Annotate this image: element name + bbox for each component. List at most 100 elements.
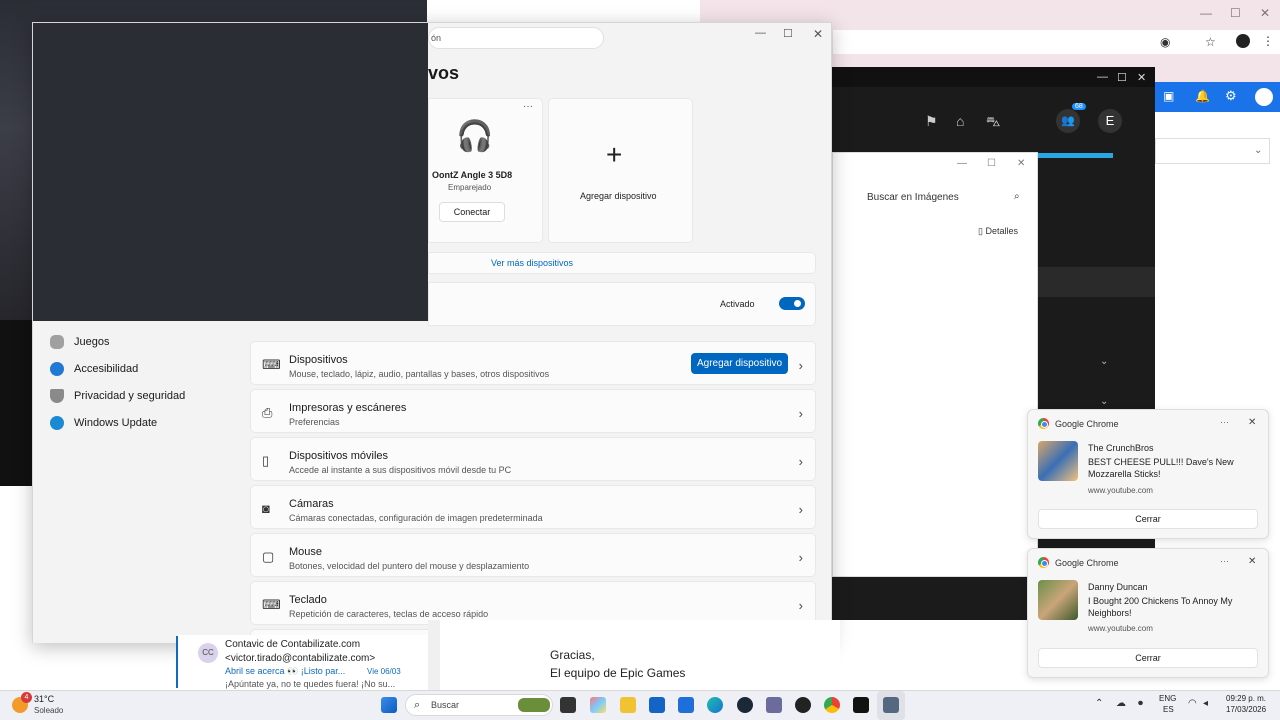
sidebar-item-games[interactable]: Juegos [50, 331, 109, 353]
chevron-down-icon[interactable]: ⌄ [1100, 356, 1108, 367]
restore-icon[interactable]: ☐ [1230, 6, 1241, 20]
close-icon[interactable]: ✕ [1248, 417, 1256, 428]
chevron-right-icon: › [798, 454, 803, 469]
bookmark-icon[interactable]: ⚑ [925, 113, 938, 130]
close-icon[interactable]: ✕ [1017, 158, 1025, 169]
mail-sender: Contavic de Contabilizate.com [225, 639, 361, 650]
row-mouse[interactable]: ▢ Mouse Botones, velocidad del puntero d… [250, 533, 816, 577]
chevron-up-icon[interactable]: ⌃ [1095, 698, 1103, 709]
calendar-icon[interactable]: ▣ [1163, 89, 1174, 103]
cart-icon[interactable]: ⛍ [986, 113, 1000, 132]
steam-icon[interactable] [737, 697, 753, 713]
printer-icon: ⎙ [262, 405, 273, 420]
maximize-icon[interactable]: ☐ [1117, 71, 1127, 84]
more-options-icon[interactable]: ··· [523, 101, 533, 112]
mail-address: <victor.tirado@contabilizate.com> [225, 653, 376, 664]
friends-icon[interactable]: 👥 [1056, 109, 1080, 133]
minimize-icon[interactable]: — [755, 27, 766, 39]
see-more-devices[interactable]: Ver más dispositivos [428, 252, 816, 274]
controller-icon[interactable] [795, 697, 811, 713]
close-notification-button[interactable]: Cerrar [1038, 648, 1258, 668]
copilot-icon[interactable] [590, 697, 606, 713]
close-icon[interactable]: ✕ [1248, 556, 1256, 567]
outlook-icon[interactable] [678, 697, 694, 713]
device-card[interactable]: ··· 🎧 OontZ Angle 3 5D8 Emparejado Conec… [428, 98, 543, 243]
close-icon[interactable]: ✕ [813, 27, 823, 41]
edge-icon[interactable] [707, 697, 723, 713]
language-indicator[interactable]: ENG [1159, 694, 1176, 703]
add-device-label: Agregar dispositivo [580, 191, 657, 201]
notification-header: Google Chrome [1038, 557, 1119, 568]
row-mobile-devices[interactable]: ▯ Dispositivos móviles Accede al instant… [250, 437, 816, 481]
explorer-search-input[interactable]: Buscar en Imágenes [867, 192, 959, 203]
mail-reading-pane: Gracias, El equipo de Epic Games [440, 620, 840, 690]
weather-badge: 4 [21, 692, 32, 703]
gear-icon[interactable]: ⚙ [1225, 88, 1237, 104]
row-devices[interactable]: ⌨ Dispositivos Mouse, teclado, lápiz, au… [250, 341, 816, 385]
friends-badge: 68 [1072, 103, 1086, 110]
bookmark-star-icon[interactable]: ☆ [1205, 35, 1216, 49]
file-explorer-icon[interactable] [620, 697, 636, 713]
maximize-icon[interactable]: ☐ [783, 27, 793, 40]
search-highlight-image [518, 698, 550, 712]
more-options-icon[interactable]: ··· [1220, 417, 1229, 427]
chrome-icon[interactable] [824, 697, 840, 713]
menu-dots-icon[interactable]: ⋮ [1262, 34, 1274, 48]
notification-source: www.youtube.com [1088, 624, 1153, 633]
microphone-icon[interactable]: ⏺ [1138, 698, 1143, 709]
row-keyboard[interactable]: ⌨ Teclado Repetición de caracteres, tecl… [250, 581, 816, 625]
mail-item[interactable]: CC Contavic de Contabilizate.com <victor… [178, 635, 428, 690]
keyboard-layout[interactable]: ES [1163, 705, 1174, 714]
mouse-icon: ▢ [262, 549, 275, 564]
maximize-icon[interactable]: ☐ [987, 158, 996, 169]
taskbar-search-input[interactable]: ⌕ Buscar [405, 694, 553, 716]
weather-desc: Soleado [34, 706, 64, 715]
dark-panel-row[interactable] [1038, 267, 1155, 297]
speaker-icon[interactable]: ◂ [1203, 698, 1208, 709]
add-device-card[interactable]: + Agregar dispositivo [548, 98, 693, 243]
add-device-button[interactable]: Agregar dispositivo [691, 353, 788, 374]
user-avatar[interactable]: E [1098, 109, 1122, 133]
wifi-icon[interactable]: ◠ [1188, 698, 1197, 709]
cloud-icon[interactable]: ☁ [1116, 698, 1126, 709]
start-icon[interactable] [381, 697, 397, 713]
clock-date[interactable]: 17/03/2026 [1226, 705, 1266, 714]
close-icon[interactable]: ✕ [1260, 6, 1270, 20]
dropdown-select[interactable]: ⌄ [1155, 138, 1270, 164]
discord-icon[interactable] [766, 697, 782, 713]
details-label: Detalles [985, 226, 1018, 236]
chrome-icon [1038, 557, 1049, 568]
bell-icon[interactable]: 🔔 [1195, 89, 1210, 103]
more-options-icon[interactable]: ··· [1220, 556, 1229, 566]
minimize-icon[interactable]: — [1200, 6, 1212, 20]
sidebar-item-accessibility[interactable]: Accesibilidad [50, 358, 138, 380]
sidebar-item-privacy[interactable]: Privacidad y seguridad [50, 385, 185, 407]
toolbar-eye-icon[interactable]: ◉ [1160, 35, 1170, 49]
account-avatar[interactable] [1255, 88, 1273, 106]
task-view-icon[interactable] [560, 697, 576, 713]
minimize-icon[interactable]: — [1097, 71, 1108, 83]
clock-time[interactable]: 09:29 p. m. [1226, 694, 1266, 703]
bluetooth-toggle[interactable] [779, 297, 805, 310]
connect-button[interactable]: Conectar [439, 202, 505, 222]
details-button[interactable]: ▯ Detalles [978, 226, 1018, 237]
store-icon[interactable] [649, 697, 665, 713]
row-title: Cámaras [289, 498, 334, 510]
file-explorer-window: — ☐ ✕ Buscar en Imágenes ⌕ ▯ Detalles [832, 152, 1038, 577]
taskbar: 4 31°C Soleado ⌕ Buscar ⌃ ☁ ⏺ ENG ES ◠ ◂… [0, 690, 1280, 720]
close-icon[interactable]: ✕ [1137, 71, 1146, 84]
chevron-down-icon[interactable]: ⌄ [1100, 396, 1108, 407]
notification-card[interactable]: Google Chrome ··· ✕ The CrunchBros BEST … [1027, 409, 1269, 539]
profile-avatar[interactable] [1236, 34, 1250, 48]
gift-icon[interactable]: ⌂ [956, 113, 964, 129]
row-cameras[interactable]: ◙ Cámaras Cámaras conectadas, configurac… [250, 485, 816, 529]
minimize-icon[interactable]: — [957, 158, 967, 169]
row-printers[interactable]: ⎙ Impresoras y escáneres Preferencias › [250, 389, 816, 433]
close-notification-button[interactable]: Cerrar [1038, 509, 1258, 529]
see-more-link[interactable]: Ver más dispositivos [491, 258, 573, 268]
sidebar-item-windows-update[interactable]: Windows Update [50, 412, 157, 434]
epic-games-icon[interactable] [853, 697, 869, 713]
notification-card[interactable]: Google Chrome ··· ✕ Danny Duncan I Bough… [1027, 548, 1269, 678]
settings-search-input[interactable]: ón [428, 27, 604, 49]
headphones-icon: 🎧 [456, 120, 494, 153]
